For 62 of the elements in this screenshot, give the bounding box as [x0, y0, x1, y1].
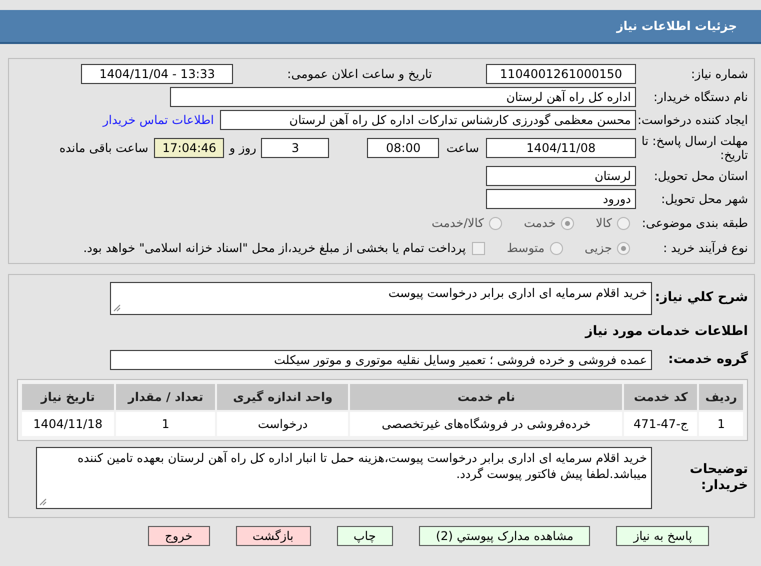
- action-button[interactable]: پاسخ به نیاز: [616, 526, 710, 546]
- table-cell: 1: [116, 412, 216, 436]
- field-label: مهلت ارسال پاسخ: تا تاریخ:: [640, 134, 748, 162]
- column-header: نام خدمت: [350, 384, 622, 410]
- service-group-field[interactable]: عمده فروشی و خرده فروشی ؛ تعمیر وسایل نقلیه موتوری و موتور سیکلت: [110, 350, 652, 370]
- field-label: تاریخ و ساعت اعلان عمومی:: [287, 67, 432, 81]
- page-title: جزئیات اطلاعات نیاز: [616, 19, 737, 33]
- radio-label: خدمت: [524, 216, 556, 230]
- radio-button[interactable]: [550, 242, 563, 254]
- field-label: روز و: [229, 141, 256, 155]
- deadline-date-field[interactable]: 1404/11/08: [486, 138, 636, 158]
- field-label: نام دستگاه خریدار:: [652, 90, 748, 104]
- table-cell: 1: [699, 412, 743, 436]
- notes-textarea[interactable]: خرید اقلام سرمایه ای اداری برابر درخواست پیوست،هزینه حمل تا انبار اداره کل راه آهن لرستان بعهده تامین کننده میباشد.لطفا پیش فاکتور پیوست گردد.: [36, 447, 652, 509]
- resize-grip-icon[interactable]: [39, 498, 47, 506]
- province-field[interactable]: لرستان: [486, 166, 636, 186]
- announce-date-field[interactable]: 1404/11/04 - 13:33: [81, 64, 234, 84]
- action-button[interactable]: بازگشت: [236, 526, 310, 546]
- creator-field[interactable]: محسن معظمی گودرزی کارشناس تدارکات اداره کل راه آهن لرستان: [220, 110, 636, 130]
- treasury-note: پرداخت تمام یا بخشی از مبلغ خرید،از محل "اسناد خزانه اسلامی" خواهد بود.: [83, 241, 466, 255]
- table-cell: ج-47-471: [624, 412, 698, 436]
- section-heading: اطلاعات خدمات مورد نیاز: [585, 324, 748, 338]
- radio-label: متوسط: [506, 241, 545, 255]
- field-label: شماره نیاز:: [690, 66, 748, 82]
- column-header: واحد اندازه گیری: [217, 384, 348, 410]
- radio-button[interactable]: [617, 242, 630, 254]
- action-button[interactable]: خروج: [148, 526, 210, 546]
- table-cell: درخواست: [217, 412, 348, 436]
- action-button[interactable]: چاپ: [336, 526, 393, 546]
- column-header: کد خدمت: [624, 384, 698, 410]
- field-label: شهر محل تحویل:: [660, 192, 748, 206]
- column-header: ردیف: [699, 384, 743, 410]
- field-label: گروه خدمت:: [667, 352, 748, 368]
- deadline-time-field[interactable]: 08:00: [367, 138, 440, 158]
- field-label: ایجاد کننده درخواست:: [636, 112, 748, 128]
- city-field[interactable]: دورود: [486, 189, 636, 209]
- field-label: ساعت باقی مانده: [59, 141, 148, 155]
- action-button[interactable]: مشاهده مدارک پیوستي (2): [418, 526, 590, 546]
- radio-button[interactable]: [488, 216, 502, 230]
- table-cell: 1404/11/18: [22, 412, 114, 436]
- resize-grip-icon[interactable]: [113, 304, 121, 312]
- remaining-time-field[interactable]: 17:04:46: [154, 138, 224, 158]
- buyer-field[interactable]: اداره کل راه آهن لرستان: [170, 87, 636, 107]
- radio-label: جزیی: [584, 241, 612, 255]
- days-field[interactable]: 3: [261, 138, 330, 158]
- column-header: تاریخ نیاز: [22, 384, 114, 410]
- field-label: طبقه بندی موضوعی:: [640, 216, 748, 230]
- radio-label: کالا: [596, 216, 612, 230]
- need-number-field[interactable]: 1104001261000150: [486, 64, 636, 84]
- column-header: تعداد / مقدار: [116, 384, 216, 410]
- field-label: نوع فرآیند خرید :: [662, 240, 748, 256]
- summary-textarea[interactable]: خرید اقلام سرمایه ای اداری برابر درخواست پیوست: [110, 282, 652, 314]
- radio-button[interactable]: [617, 216, 630, 230]
- radio-label: کالا/خدمت: [432, 216, 484, 230]
- field-label: ساعت: [446, 141, 479, 155]
- treasury-checkbox[interactable]: [472, 242, 485, 254]
- field-label: استان محل تحویل:: [652, 168, 748, 184]
- buyer-contact-link[interactable]: اطلاعات تماس خریدار: [102, 113, 214, 127]
- field-label: توضیحات خریدار:: [688, 462, 748, 494]
- radio-button[interactable]: [560, 216, 574, 230]
- table-cell: خرده‌فروشی در فروشگاه‌های غیرتخصصی: [350, 412, 622, 436]
- field-label: شرح کلي نياز:: [654, 290, 748, 306]
